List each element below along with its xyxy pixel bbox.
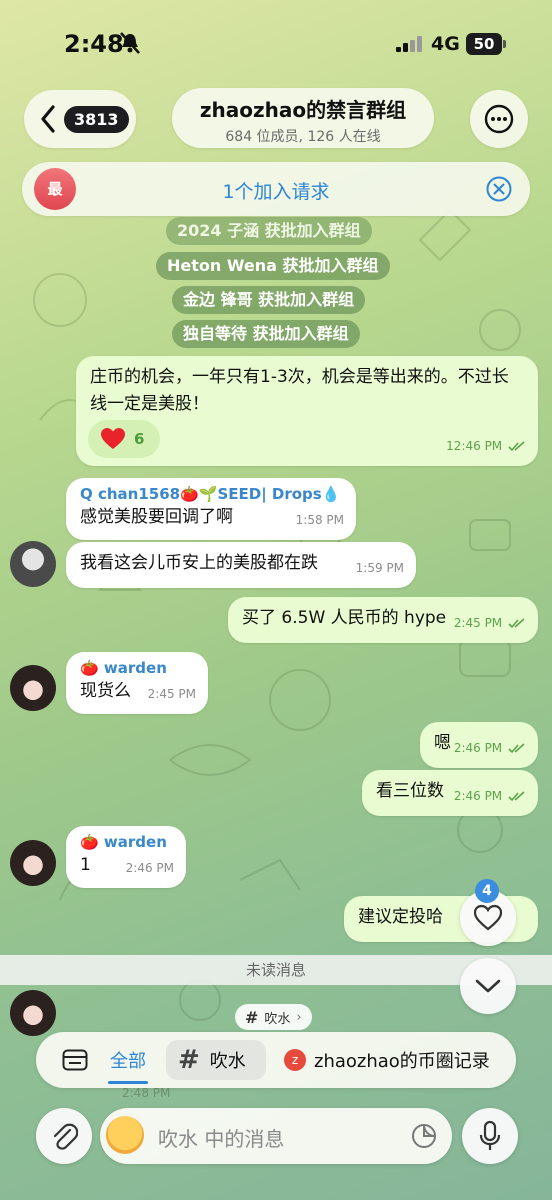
silent-bell-icon	[120, 32, 140, 54]
tab-chuishui-label: 吹水	[209, 1051, 246, 1072]
sender-name[interactable]: Q chan1568🍅🌱SEED| Drops💧	[80, 484, 342, 504]
reaction-count: 6	[134, 429, 145, 448]
topic-chip[interactable]: # 吹水 ›	[235, 1004, 312, 1030]
avatar[interactable]	[10, 665, 56, 711]
chevron-left-icon	[41, 105, 55, 133]
message-time: 2:46 PM	[454, 735, 526, 762]
sticker-icon[interactable]	[410, 1122, 438, 1150]
message-text: 我看这会儿币安上的美股都在跌	[80, 553, 318, 573]
topics-list-icon[interactable]	[62, 1049, 88, 1071]
message-time-text: 2:45 PM	[453, 616, 503, 630]
message-time-text: 2:46 PM	[453, 789, 503, 803]
outgoing-message[interactable]: 庄币的机会，一年只有1-3次，机会是等出来的。不过长线一定是美股！ 6 12:4…	[76, 356, 538, 466]
close-icon[interactable]	[486, 176, 512, 202]
outgoing-message[interactable]: 买了 6.5W 人民币的 hype 2:45 PM	[228, 597, 538, 643]
back-button[interactable]: 3813	[24, 90, 136, 148]
network-type: 4G	[431, 33, 460, 55]
battery-indicator: 50	[466, 33, 506, 55]
message-time: 1:59 PM	[355, 561, 404, 575]
read-check-icon	[508, 618, 525, 629]
service-message: 金边 锋哥 获批加入群组	[172, 286, 366, 314]
hashtag-icon: #	[178, 1045, 200, 1075]
service-message: 2024 子涵 获批加入群组	[166, 217, 372, 245]
join-request-bar[interactable]: 最 1个加入请求	[22, 162, 530, 216]
message-time: 2:46 PM	[454, 783, 526, 810]
chat-title: zhaozhao的禁言群组	[199, 98, 407, 122]
service-message: Heton Wena 获批加入群组	[156, 252, 390, 280]
avatar[interactable]	[10, 840, 56, 886]
hashtag-icon: #	[245, 1007, 259, 1027]
voice-button[interactable]	[462, 1108, 518, 1164]
service-message: 独自等待 获批加入群组	[172, 320, 360, 348]
status-time: 2:48	[64, 30, 124, 58]
message-time-text: 12:46 PM	[446, 439, 503, 453]
signal-icon	[396, 36, 422, 52]
incoming-message[interactable]: Q chan1568🍅🌱SEED| Drops💧 感觉美股要回调了啊 1:58 …	[66, 478, 356, 540]
reactions-count-badge: 4	[475, 879, 499, 903]
message-input[interactable]: 吹水 中的消息	[100, 1108, 452, 1164]
composer: 吹水 中的消息	[0, 1108, 552, 1164]
tab-zhaozhao[interactable]: z zhaozhao的币圈记录	[284, 1032, 490, 1088]
message-time: 2:45 PM	[147, 687, 196, 701]
message-text: 庄币的机会，一年只有1-3次，机会是等出来的。不过长线一定是美股！	[90, 367, 509, 414]
topic-emoji-icon: z	[284, 1049, 306, 1071]
chat-subtitle: 684 位成员, 126 人在线	[225, 129, 381, 145]
tab-chuishui[interactable]: # 吹水	[166, 1040, 266, 1080]
join-request-text[interactable]: 1个加入请求	[22, 177, 530, 204]
paperclip-icon	[53, 1123, 78, 1150]
scroll-down-button[interactable]	[460, 958, 516, 1014]
chevron-right-icon: ›	[296, 1009, 302, 1025]
reaction-chip[interactable]: 6	[88, 420, 160, 458]
attach-button[interactable]	[36, 1108, 92, 1164]
tab-all[interactable]: 全部	[108, 1032, 148, 1088]
sender-name-text: warden	[103, 659, 167, 677]
avatar[interactable]	[10, 990, 56, 1036]
heart-outline-icon	[473, 904, 503, 931]
topic-tabs: 全部 # 吹水 z zhaozhao的币圈记录	[36, 1032, 516, 1088]
avatar[interactable]	[10, 541, 56, 587]
more-options-button[interactable]	[470, 90, 528, 148]
read-check-icon	[508, 791, 525, 802]
read-check-icon	[508, 441, 525, 452]
status-bar: 2:48 4G 50	[0, 0, 552, 90]
more-icon	[484, 104, 514, 134]
message-time: 12:46 PM	[446, 433, 526, 460]
emoji-icon[interactable]	[106, 1116, 144, 1154]
read-check-icon	[508, 743, 525, 754]
heart-icon	[101, 428, 125, 449]
outgoing-message[interactable]: 看三位数 2:46 PM	[362, 770, 538, 816]
faded-time: 2:48 PM	[122, 1086, 171, 1100]
chevron-down-icon	[475, 979, 501, 993]
sender-name[interactable]: 🍅 warden	[80, 658, 194, 678]
sender-name[interactable]: 🍅 warden	[80, 832, 172, 852]
incoming-message[interactable]: 🍅 warden 1 2:46 PM	[66, 826, 186, 888]
message-time-text: 2:46 PM	[453, 741, 503, 755]
message-time: 1:58 PM	[295, 513, 344, 527]
incoming-message[interactable]: 我看这会儿币安上的美股都在跌 1:59 PM	[66, 542, 416, 588]
topic-chip-label: 吹水	[264, 1011, 291, 1027]
tab-zhaozhao-label: zhaozhao的币圈记录	[314, 1051, 490, 1072]
sender-name-text: warden	[103, 833, 167, 851]
outgoing-message[interactable]: 嗯 2:46 PM	[420, 722, 538, 768]
incoming-message[interactable]: 🍅 warden 现货么 2:45 PM	[66, 652, 208, 714]
message-time: 2:45 PM	[454, 610, 526, 637]
chat-title-area[interactable]: zhaozhao的禁言群组 684 位成员, 126 人在线	[172, 88, 434, 148]
message-time: 2:46 PM	[125, 861, 174, 875]
message-input-placeholder: 吹水 中的消息	[158, 1127, 285, 1151]
unread-count-badge: 3813	[64, 105, 129, 133]
microphone-icon	[479, 1120, 501, 1150]
